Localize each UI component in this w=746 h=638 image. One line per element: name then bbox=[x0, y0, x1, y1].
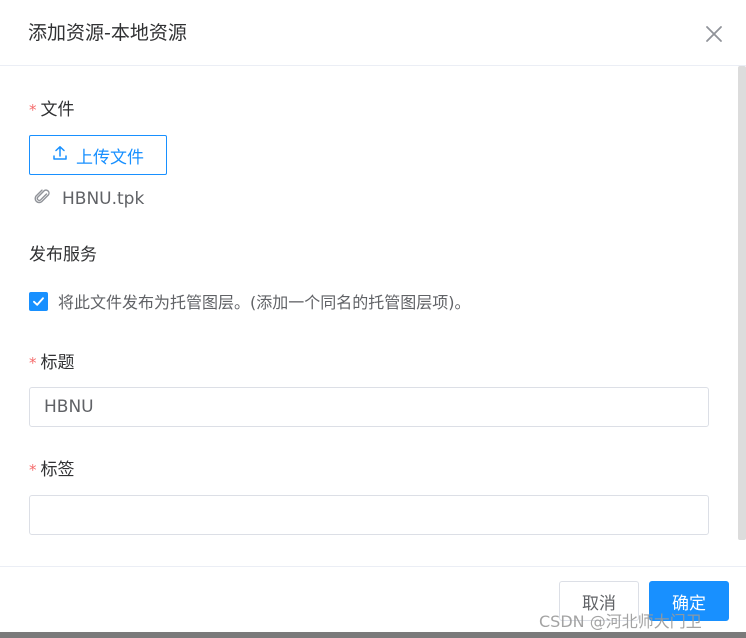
watermark: CSDN @河北师大门卫 bbox=[539, 612, 702, 631]
required-mark: * bbox=[29, 461, 37, 479]
title-label: 标题 bbox=[40, 353, 75, 373]
publish-checkbox-row[interactable]: 将此文件发布为托管图层。(添加一个同名的托管图层项)。 bbox=[29, 289, 471, 313]
paperclip-icon bbox=[34, 188, 52, 211]
required-mark: * bbox=[29, 101, 37, 119]
close-icon[interactable] bbox=[700, 20, 728, 48]
publish-label: 发布服务 bbox=[29, 245, 97, 265]
dialog-header: 添加资源-本地资源 bbox=[0, 0, 746, 66]
upload-button-label: 上传文件 bbox=[76, 147, 144, 168]
tags-input[interactable] bbox=[29, 495, 709, 535]
background-edge bbox=[0, 632, 746, 638]
publish-checkbox[interactable] bbox=[29, 291, 48, 311]
check-icon bbox=[33, 296, 44, 306]
title-label-row: * 标题 bbox=[29, 352, 75, 374]
tags-label: 标签 bbox=[40, 460, 75, 480]
required-mark: * bbox=[29, 354, 37, 372]
uploaded-file-item[interactable]: HBNU.tpk bbox=[34, 186, 144, 212]
file-label: 文件 bbox=[40, 100, 75, 120]
publish-checkbox-label: 将此文件发布为托管图层。(添加一个同名的托管图层项)。 bbox=[58, 293, 471, 312]
file-label-row: * 文件 bbox=[29, 99, 75, 121]
upload-icon bbox=[52, 145, 68, 166]
upload-file-button[interactable]: 上传文件 bbox=[29, 135, 167, 175]
uploaded-file-name: HBNU.tpk bbox=[62, 189, 145, 209]
title-input[interactable] bbox=[29, 387, 709, 427]
dialog-title: 添加资源-本地资源 bbox=[28, 22, 187, 44]
tags-label-row: * 标签 bbox=[29, 459, 75, 481]
scrollbar[interactable] bbox=[738, 66, 746, 540]
add-resource-dialog: 添加资源-本地资源 * 文件 上传文件 HBNU.tpk 发布服务 将此文件发布… bbox=[0, 0, 746, 638]
